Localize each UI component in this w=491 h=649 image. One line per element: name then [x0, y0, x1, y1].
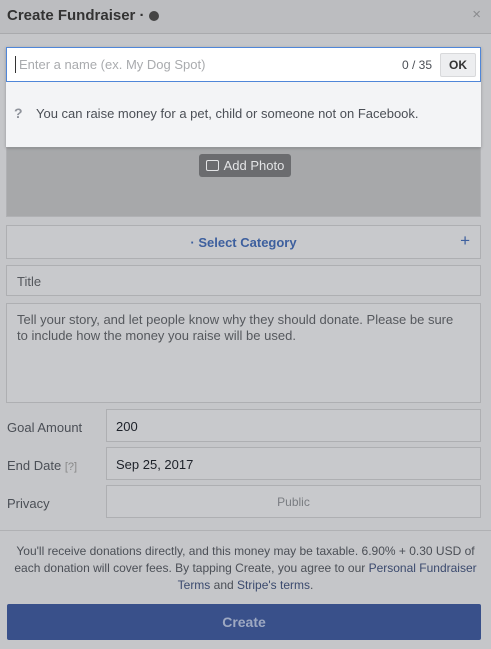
name-field[interactable]: 0 / 35 OK — [6, 47, 481, 82]
privacy-selector[interactable]: Public — [106, 485, 481, 518]
help-icon: ? — [14, 105, 23, 121]
end-date-value: Sep 25, 2017 — [116, 457, 194, 472]
add-photo-button[interactable]: Add Photo — [199, 154, 291, 177]
select-category-label: · Select Category — [190, 235, 297, 250]
dialog-title: Create Fundraiser · — [7, 7, 145, 24]
character-counter: 0 / 35 — [401, 57, 432, 72]
story-field[interactable]: Tell your story, and let people know why… — [6, 303, 481, 403]
close-icon[interactable]: × — [472, 7, 481, 22]
text-caret — [15, 56, 16, 73]
goal-amount-label: Goal Amount — [7, 420, 83, 435]
title-placeholder: Title — [17, 274, 42, 289]
globe-icon — [148, 10, 159, 21]
disclaimer-text-2: and — [210, 578, 238, 592]
ok-button[interactable]: OK — [440, 52, 476, 77]
story-placeholder: Tell your story, and let people know why… — [17, 312, 454, 343]
end-date-label: End Date — [7, 458, 62, 473]
stripe-terms-link[interactable]: Stripe's terms — [237, 578, 310, 592]
dialog-header: Create Fundraiser · × — [0, 0, 491, 34]
plus-icon[interactable]: + — [460, 231, 470, 251]
privacy-value: Public — [277, 495, 310, 509]
fee-disclaimer: You'll receive donations directly, and t… — [10, 543, 481, 594]
cover-photo-area: Add Photo — [6, 147, 481, 217]
privacy-label: Privacy — [7, 496, 50, 511]
end-date-help[interactable]: [?] — [65, 461, 77, 473]
name-hint: ? You can raise money for a pet, child o… — [14, 105, 419, 121]
disclaimer-text-3: . — [310, 578, 314, 592]
name-popup: 0 / 35 OK ? You can raise money for a pe… — [6, 47, 481, 147]
goal-amount-value: 200 — [116, 419, 138, 434]
end-date-label-row: End Date [?] — [7, 458, 77, 473]
add-photo-label: Add Photo — [223, 158, 285, 173]
dialog-title-row: Create Fundraiser · — [7, 7, 159, 24]
photo-icon — [205, 160, 219, 171]
title-field[interactable]: Title — [6, 265, 481, 296]
end-date-field[interactable]: Sep 25, 2017 — [106, 447, 481, 480]
footer-divider — [0, 530, 491, 531]
goal-amount-field[interactable]: 200 — [106, 409, 481, 442]
name-input[interactable] — [17, 56, 402, 73]
hint-text: You can raise money for a pet, child or … — [36, 105, 419, 121]
create-button[interactable]: Create — [7, 604, 481, 640]
select-category-row[interactable]: · Select Category + — [6, 225, 481, 259]
